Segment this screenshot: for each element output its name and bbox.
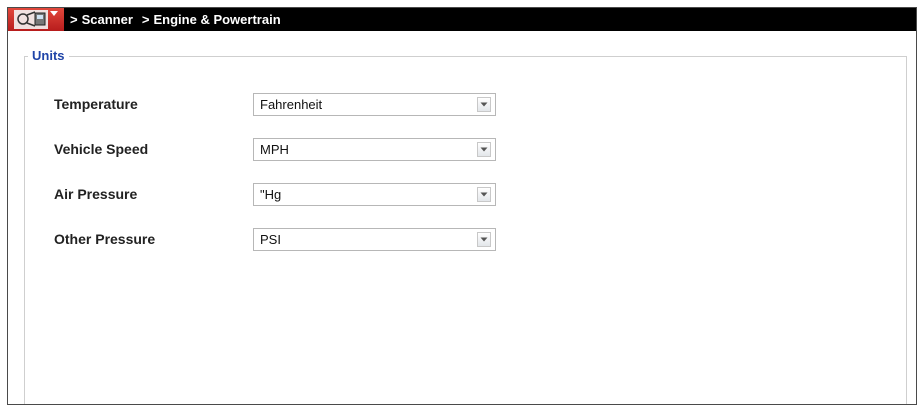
chevron-down-icon[interactable]	[477, 231, 491, 247]
breadcrumb-scanner[interactable]: > Scanner	[70, 12, 133, 27]
breadcrumb-engine-powertrain[interactable]: > Engine & Powertrain	[142, 12, 281, 27]
setting-row-air-pressure: Air Pressure "Hg	[54, 182, 496, 206]
title-bar: > Scanner > Engine & Powertrain	[8, 8, 916, 31]
setting-row-temperature: Temperature Fahrenheit	[54, 92, 496, 116]
air-pressure-select[interactable]: "Hg	[253, 182, 496, 206]
other-pressure-value: PSI	[260, 231, 281, 247]
air-pressure-label: Air Pressure	[54, 186, 138, 202]
breadcrumb-label: Engine & Powertrain	[153, 12, 281, 27]
vehicle-speed-select[interactable]: MPH	[253, 137, 496, 161]
vehicle-speed-label: Vehicle Speed	[54, 141, 149, 157]
setting-row-vehicle-speed: Vehicle Speed MPH	[54, 137, 496, 161]
breadcrumb-separator: >	[70, 12, 78, 27]
chevron-down-icon[interactable]	[477, 96, 491, 112]
other-pressure-select[interactable]: PSI	[253, 227, 496, 251]
units-legend: Units	[28, 48, 69, 64]
air-pressure-value: "Hg	[260, 186, 282, 202]
temperature-value: Fahrenheit	[260, 96, 323, 112]
other-pressure-label: Other Pressure	[54, 231, 156, 247]
chevron-down-icon[interactable]	[477, 141, 491, 157]
temperature-select[interactable]: Fahrenheit	[253, 92, 496, 116]
temperature-label: Temperature	[54, 96, 138, 112]
breadcrumb-label: Scanner	[81, 12, 133, 27]
vehicle-speed-value: MPH	[260, 141, 289, 157]
scanner-window: > Scanner > Engine & Powertrain Units Te…	[7, 7, 917, 405]
breadcrumb: > Scanner > Engine & Powertrain	[70, 12, 290, 27]
setting-row-other-pressure: Other Pressure PSI	[54, 227, 496, 251]
chevron-down-icon[interactable]	[477, 186, 491, 202]
breadcrumb-separator: >	[141, 12, 150, 27]
scanner-home-icon	[14, 10, 58, 29]
home-button[interactable]	[8, 8, 64, 31]
